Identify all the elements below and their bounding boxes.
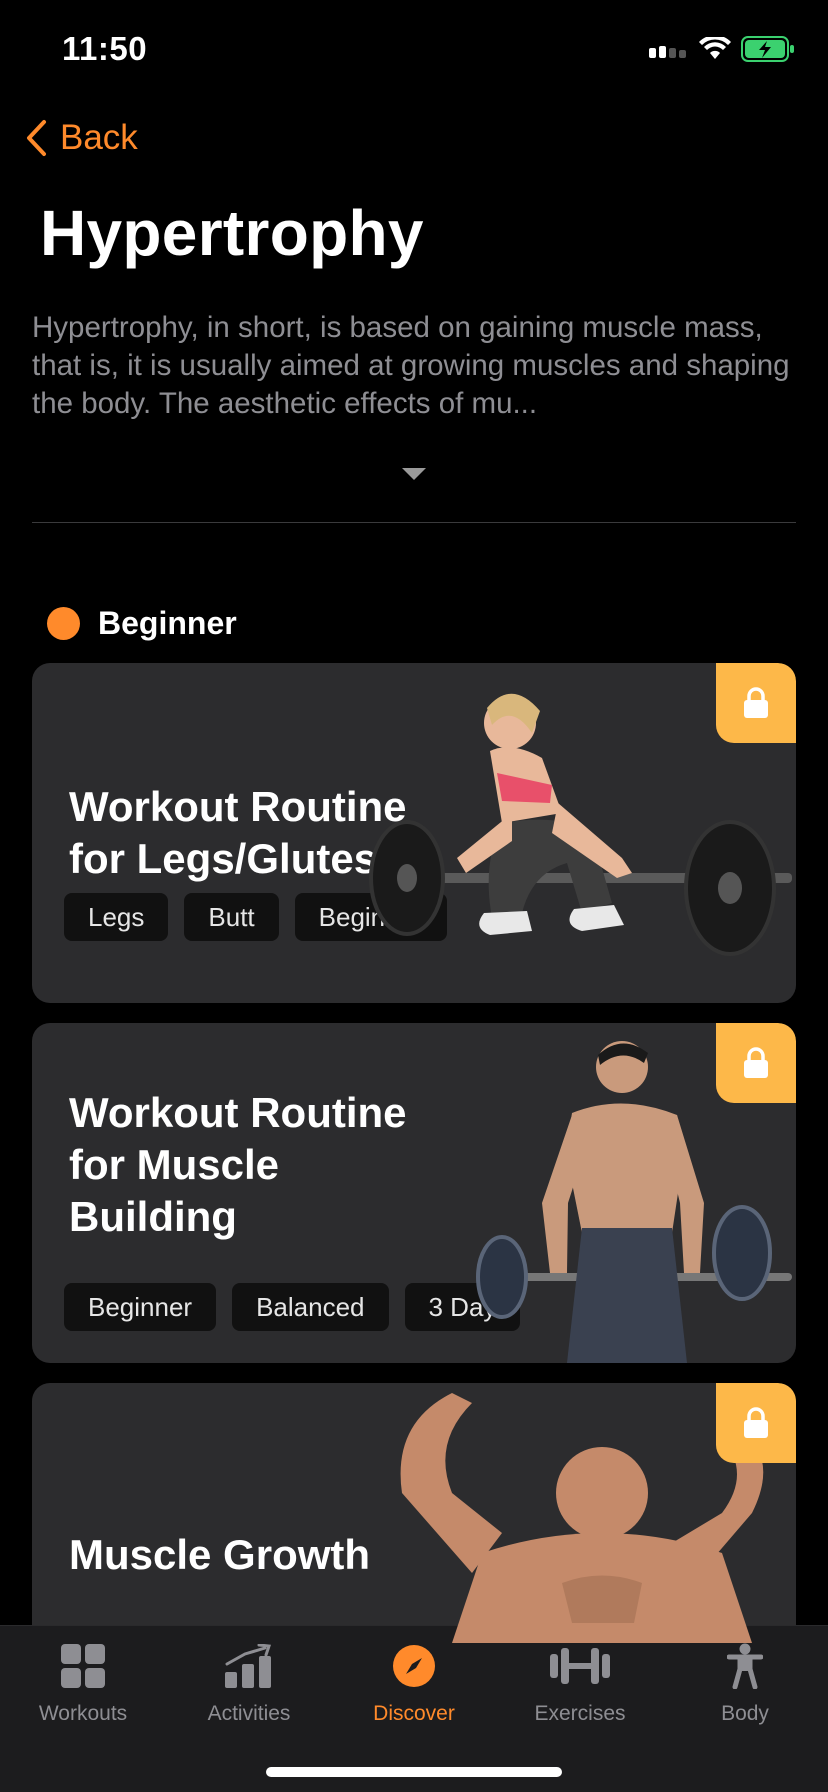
section-header: Beginner <box>47 605 237 642</box>
card-title: Workout Routine for Legs/Glutes <box>69 783 407 882</box>
lock-badge <box>716 1023 796 1103</box>
divider <box>32 522 796 523</box>
lock-icon <box>744 1047 768 1078</box>
back-label: Back <box>60 118 138 157</box>
tag: Butt <box>184 893 279 941</box>
tab-activities[interactable]: Activities <box>166 1642 332 1726</box>
chevron-left-icon <box>27 120 46 156</box>
tab-exercises[interactable]: Exercises <box>497 1642 663 1726</box>
workout-card-muscle-growth[interactable]: Muscle Growth <box>32 1383 796 1643</box>
tag: Beginner <box>64 1283 217 1331</box>
section-title: Beginner <box>98 605 237 641</box>
tab-workouts[interactable]: Workouts <box>0 1642 166 1726</box>
tab-label: Discover <box>373 1702 455 1725</box>
tab-label: Activities <box>207 1702 291 1725</box>
tag: Balanced <box>232 1283 389 1331</box>
status-icons <box>649 36 795 62</box>
back-button[interactable]: Back <box>24 118 138 158</box>
page-description: Hypertrophy, in short, is based on gaini… <box>32 311 790 420</box>
card-tags: Beginner Balanced 3 Day <box>64 1283 521 1331</box>
card-title: Workout Routine for Muscle Building <box>69 1089 407 1240</box>
lock-badge <box>716 1383 796 1463</box>
tab-body[interactable]: Body <box>662 1642 828 1726</box>
home-indicator <box>266 1767 562 1777</box>
signal-icon <box>649 46 686 58</box>
page-title: Hypertrophy <box>40 197 424 269</box>
tab-label: Body <box>721 1702 769 1725</box>
tab-label: Exercises <box>534 1702 626 1725</box>
status-bar: 11:50 <box>0 0 828 100</box>
expand-description-button[interactable] <box>400 466 428 482</box>
tab-discover[interactable]: Discover <box>331 1642 497 1726</box>
workout-card-muscle-building[interactable]: Workout Routine for Muscle Building Begi… <box>32 1023 796 1363</box>
card-title: Muscle Growth <box>69 1531 371 1578</box>
person-icon <box>727 1643 763 1689</box>
battery-icon <box>741 36 794 62</box>
wifi-icon <box>699 37 731 59</box>
lock-badge <box>716 663 796 743</box>
chart-icon <box>225 1644 272 1688</box>
level-dot <box>47 607 80 640</box>
grid-icon <box>61 1644 105 1688</box>
status-time: 11:50 <box>62 30 148 67</box>
workout-card-legs-glutes[interactable]: Workout Routine for Legs/Glutes Legs But… <box>32 663 796 1003</box>
dumbbell-icon <box>550 1648 610 1684</box>
lock-icon <box>744 1407 768 1438</box>
tab-label: Workouts <box>38 1702 128 1725</box>
tag: Legs <box>64 893 169 941</box>
compass-icon <box>393 1645 435 1687</box>
lock-icon <box>744 687 768 718</box>
